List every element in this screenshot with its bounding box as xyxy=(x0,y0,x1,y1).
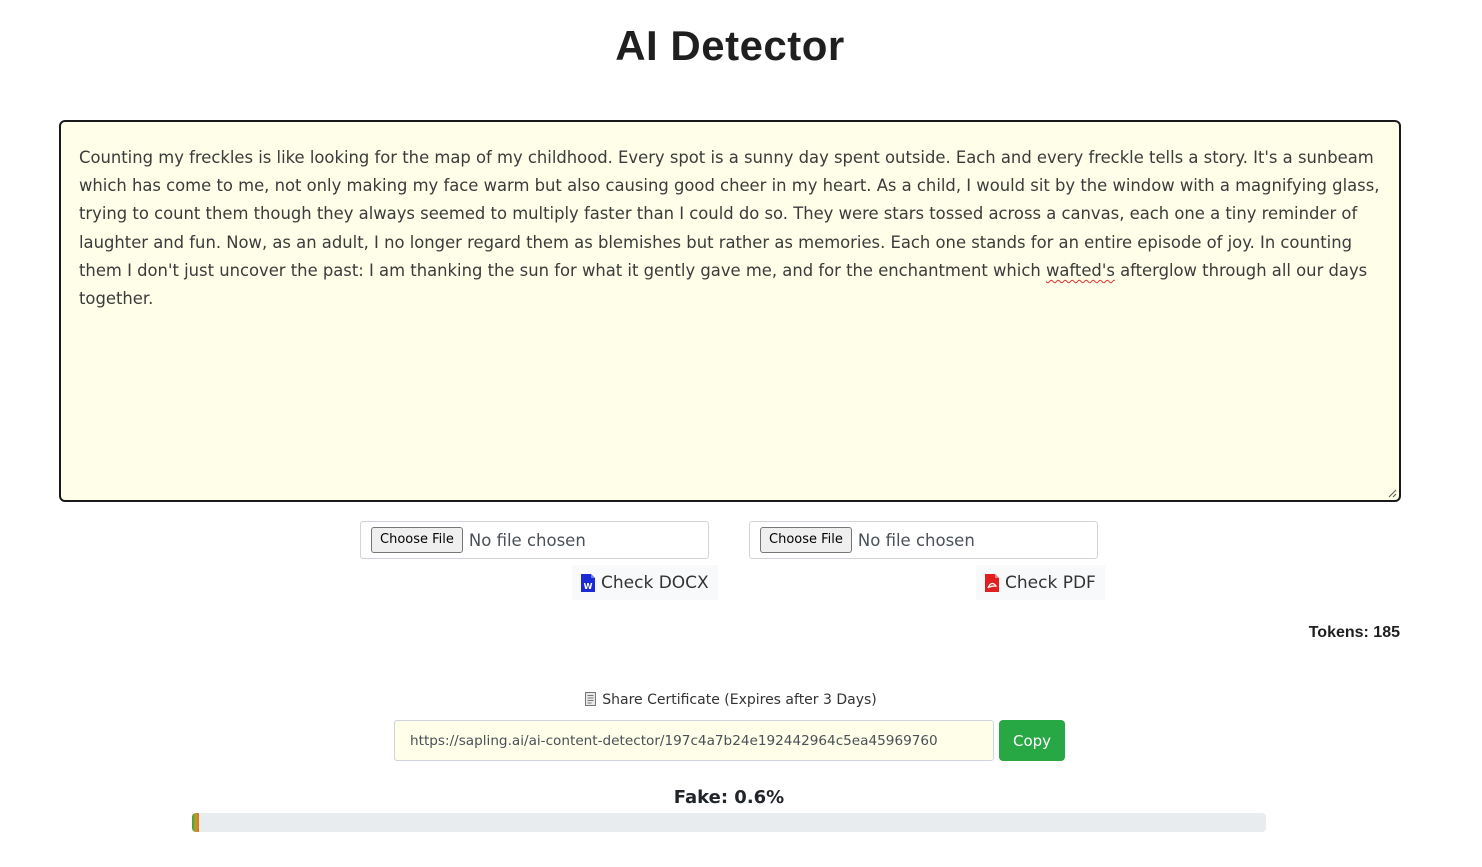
share-certificate-label: Share Certificate (Expires after 3 Days) xyxy=(0,692,1462,708)
misspelled-word[interactable]: wafted's xyxy=(1046,261,1115,280)
docx-choose-file-button[interactable]: Choose File xyxy=(371,527,463,553)
pdf-file-input[interactable]: Choose File No file chosen xyxy=(749,521,1098,559)
fake-score-progress-fill xyxy=(192,813,199,832)
share-certificate-text: Share Certificate (Expires after 3 Days) xyxy=(602,692,877,708)
text-input-area[interactable]: Counting my freckles is like looking for… xyxy=(59,120,1401,502)
text-input[interactable]: Counting my freckles is like looking for… xyxy=(61,122,1399,500)
page-title: AI Detector xyxy=(615,22,845,69)
word-file-icon: W xyxy=(581,573,595,592)
check-pdf-button[interactable]: Check PDF xyxy=(976,565,1105,600)
fake-score-progress-bar xyxy=(192,813,1266,832)
token-count: Tokens: 185 xyxy=(1308,624,1400,641)
docx-file-input[interactable]: Choose File No file chosen xyxy=(360,521,709,559)
docx-file-status: No file chosen xyxy=(468,530,586,550)
check-pdf-label: Check PDF xyxy=(1005,572,1096,593)
certificate-icon xyxy=(585,692,597,706)
check-docx-button[interactable]: W Check DOCX xyxy=(572,565,718,600)
pdf-file-status: No file chosen xyxy=(857,530,975,550)
check-docx-label: Check DOCX xyxy=(601,572,709,593)
fake-score-label: Fake: 0.6% xyxy=(673,787,785,808)
pdf-file-icon xyxy=(985,573,999,592)
ai-detector-page: AI Detector Counting my freckles is like… xyxy=(0,0,1482,867)
resize-handle-icon[interactable] xyxy=(1387,488,1397,498)
copy-button[interactable]: Copy xyxy=(999,720,1065,761)
svg-text:W: W xyxy=(584,582,593,591)
pdf-choose-file-button[interactable]: Choose File xyxy=(760,527,852,553)
share-url-field[interactable]: https://sapling.ai/ai-content-detector/1… xyxy=(394,720,994,761)
